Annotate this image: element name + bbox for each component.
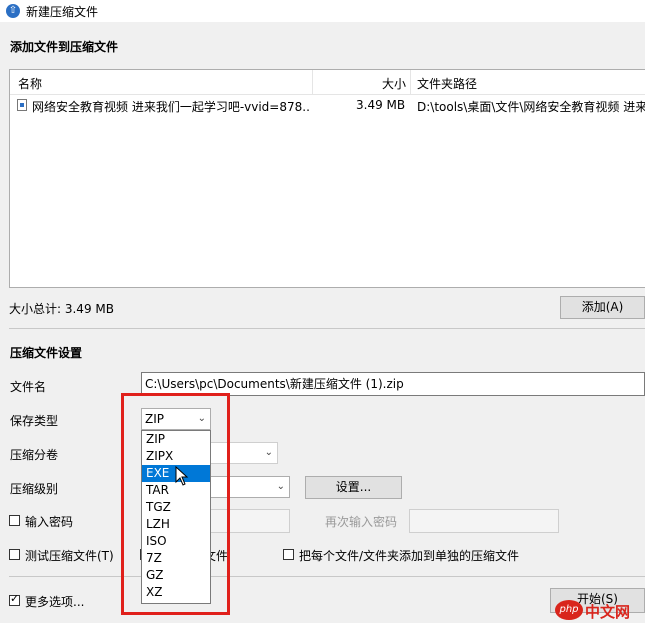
more-options-checkbox[interactable] [9,592,20,606]
file-list-header [10,70,645,95]
column-header-path[interactable]: 文件夹路径 [417,75,477,92]
add-button[interactable]: 添加(A) [560,296,645,319]
add-section-title: 添加文件到压缩文件 [10,40,119,54]
file-icon [17,99,27,111]
column-header-name[interactable]: 名称 [18,75,42,92]
settings-button[interactable]: 设置... [305,476,402,499]
save-type-label: 保存类型 [10,414,59,428]
compression-level-label: 压缩级别 [10,482,59,496]
column-divider[interactable] [410,70,411,94]
column-header-size[interactable]: 大小 [382,75,406,92]
title-bar: ⇧ 新建压缩文件 [0,0,645,22]
file-path: D:\tools\桌面\文件\网络安全教育视频 进来 [417,100,645,114]
file-row[interactable]: 网络安全教育视频 进来我们一起学习吧-vvid=878... 3.49 MB D… [10,96,645,116]
reenter-password-label: 再次输入密码 [325,515,398,529]
settings-section-title: 压缩文件设置 [10,346,83,360]
file-size: 3.49 MB [356,98,406,112]
test-archive-checkbox[interactable] [9,549,20,560]
annotation-highlight-box [121,393,230,615]
password-checkbox[interactable] [9,515,20,526]
window-title: 新建压缩文件 [26,5,99,19]
separator [9,328,645,329]
test-archive-label: 测试压缩文件(T) [25,549,114,563]
php-logo-icon: php [555,600,583,620]
file-list[interactable]: 名称 大小 文件夹路径 网络安全教育视频 进来我们一起学习吧-vvid=878.… [9,69,645,288]
chevron-down-icon: ⌄ [264,447,273,458]
more-options-label: 更多选项... [25,595,85,609]
php-cn-watermark: php 中文网 [555,598,645,623]
password-label: 输入密码 [25,515,74,529]
filename-label: 文件名 [10,380,47,394]
separate-archives-checkbox[interactable] [283,549,294,560]
file-name: 网络安全教育视频 进来我们一起学习吧-vvid=878... [32,100,310,114]
app-logo-icon: ⇧ [6,4,20,18]
separator [9,576,645,577]
separate-archives-label: 把每个文件/文件夹添加到单独的压缩文件 [299,549,520,563]
watermark-text: 中文网 [585,603,631,621]
column-divider[interactable] [312,70,313,94]
chevron-down-icon: ⌄ [276,481,285,492]
total-size-label: 大小总计: 3.49 MB [9,302,114,316]
split-volume-label: 压缩分卷 [10,448,59,462]
reenter-password-input[interactable] [409,509,559,533]
